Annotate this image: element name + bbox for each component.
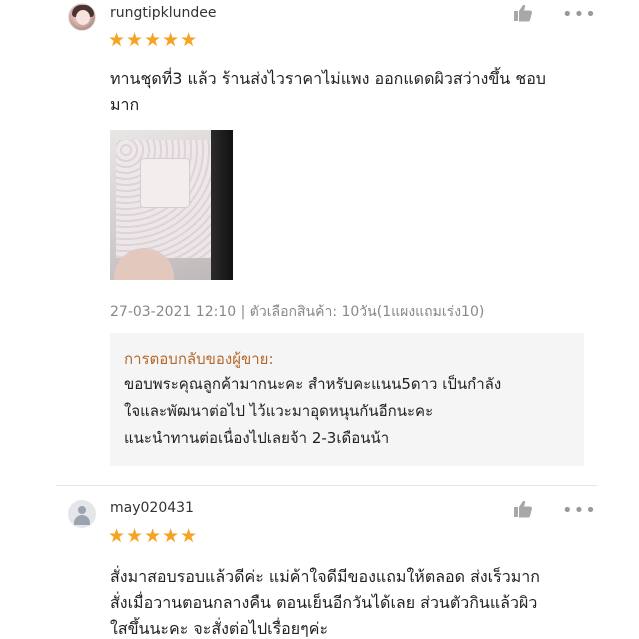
seller-reply-line: แนะนำทานต่อเนื่องไปเลยจ้า 2-3เดือนน้า (124, 429, 390, 447)
comment-line: สั่งเมื่อวานตอนกลางคืน ตอนเย็นอีกวันได้เ… (110, 593, 538, 612)
comment-line: มาก (110, 95, 140, 114)
seller-reply-line: ใจและพัฒนาต่อไป ไว้แวะมาอุดหนุนกันอีกนะค… (124, 402, 434, 420)
avatar-head (78, 506, 86, 514)
review-divider (56, 485, 597, 486)
star-rating: ★★★★★ (108, 29, 199, 51)
seller-reply-line: ขอบพระคุณลูกค้ามากนะคะ สำหรับคะแนน5ดาว เ… (124, 375, 502, 393)
review-photo-thumbnail[interactable] (110, 130, 233, 280)
thumbs-up-icon[interactable] (513, 4, 533, 22)
comment-line: สั่งมาสอบรอบแล้วดีค่ะ แม่ค้าใจดีมีของแถม… (110, 567, 540, 586)
thumbs-up-icon[interactable] (513, 500, 533, 518)
seller-reply-title: การตอบกลับของผู้ขาย: (124, 350, 274, 368)
reviewer-username[interactable]: may020431 (110, 500, 194, 516)
review-comment: ทานชุดที่3 แล้ว ร้านส่งไวราคาไม่แพง ออกแ… (110, 66, 590, 118)
more-options-icon[interactable]: ••• (562, 502, 597, 520)
photo-background (211, 130, 233, 280)
comment-line: ทานชุดที่3 แล้ว ร้านส่งไวราคาไม่แพง ออกแ… (110, 69, 546, 88)
star-rating: ★★★★★ (108, 525, 199, 547)
review-comment: สั่งมาสอบรอบแล้วดีค่ะ แม่ค้าใจดีมีของแถม… (110, 564, 590, 639)
review-meta: 27-03-2021 12:10 | ตัวเลือกสินค้า: 10วัน… (110, 304, 485, 320)
more-options-icon[interactable]: ••• (562, 6, 597, 24)
comment-line: ใสขึ้นนะคะ จะสั่งต่อไปเรื่อยๆค่ะ (110, 619, 329, 638)
avatar-body (74, 515, 90, 525)
user-avatar[interactable] (68, 3, 96, 31)
reviewer-username[interactable]: rungtipklundee (110, 5, 217, 21)
photo-product-label (140, 158, 190, 208)
seller-reply: การตอบกลับของผู้ขาย: ขอบพระคุณลูกค้ามากน… (110, 333, 584, 466)
avatar-face (76, 10, 90, 25)
user-avatar[interactable] (68, 500, 96, 528)
seller-reply-text: ขอบพระคุณลูกค้ามากนะคะ สำหรับคะแนน5ดาว เ… (124, 371, 568, 452)
review-card: rungtipklundee ★★★★★ ••• ทานชุดที่3 แล้ว… (0, 0, 639, 483)
